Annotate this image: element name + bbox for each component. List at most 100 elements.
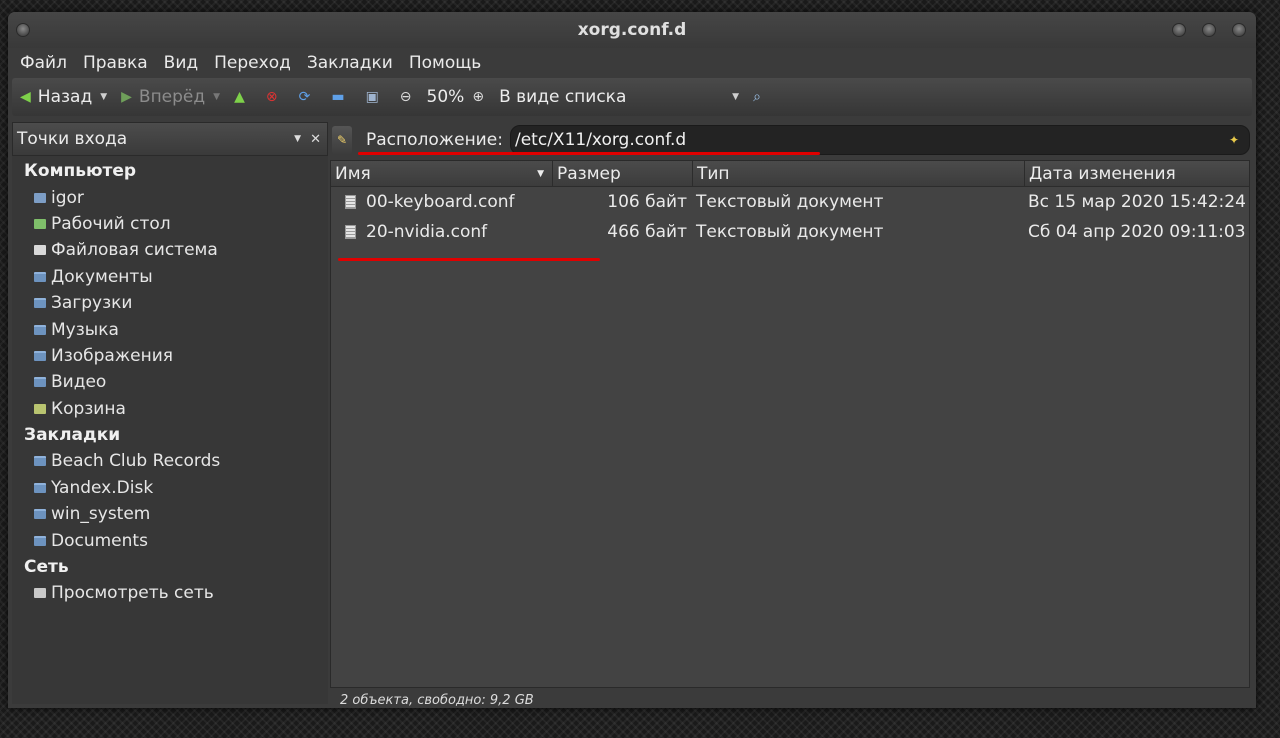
title-bar[interactable]: xorg.conf.d	[8, 12, 1256, 48]
home-folder-icon	[34, 192, 46, 203]
text-file-icon	[345, 195, 356, 209]
location-underline-annotation	[358, 152, 820, 155]
maximize-window-button[interactable]	[1202, 23, 1216, 37]
sidebar-item-filesystem[interactable]: Файловая система	[12, 237, 328, 263]
folder-icon	[34, 377, 46, 388]
desktop-icon	[34, 218, 46, 229]
stop-icon: ⊗	[265, 89, 278, 105]
search-button[interactable]: ⌕	[753, 89, 768, 105]
menu-bar: Файл Правка Вид Переход Закладки Помощь	[8, 48, 1256, 78]
reload-icon: ⟳	[298, 89, 311, 105]
sidebar-item-desktop[interactable]: Рабочий стол	[12, 211, 328, 237]
sidebar-item-win-system[interactable]: win_system	[12, 501, 328, 527]
forward-arrow-icon: ▶	[121, 89, 132, 105]
file-type: Текстовый документ	[696, 192, 884, 212]
folder-icon	[34, 298, 46, 309]
zoom-in-button[interactable]: ⊕	[472, 89, 491, 105]
sidebar-item-pictures[interactable]: Изображения	[12, 343, 328, 369]
zoom-out-icon: ⊖	[399, 89, 412, 105]
view-mode-label: В виде списка	[499, 87, 627, 107]
window-title: xorg.conf.d	[577, 20, 687, 40]
file-underline-annotation	[338, 258, 600, 261]
chevron-down-icon[interactable]: ▼	[213, 92, 220, 102]
file-modified: Вс 15 мар 2020 15:42:24	[1028, 192, 1246, 212]
pencil-icon: ✎	[336, 133, 348, 147]
sidebar-item-igor[interactable]: igor	[12, 184, 328, 210]
file-row[interactable]: 00-keyboard.conf 106 байт Текстовый доку…	[331, 187, 1249, 217]
sidebar-item-browse-network[interactable]: Просмотреть сеть	[12, 580, 328, 606]
chevron-down-icon: ▼	[732, 92, 740, 102]
folder-icon	[34, 324, 46, 335]
section-bookmarks: Закладки	[24, 424, 121, 445]
menu-help[interactable]: Помощь	[401, 53, 489, 73]
forward-button[interactable]: ▶ Вперёд ▼	[121, 87, 220, 107]
back-button[interactable]: ◀ Назад ▼	[20, 87, 107, 107]
sidebar-item-videos[interactable]: Видео	[12, 369, 328, 395]
sidebar-item-documents[interactable]: Документы	[12, 264, 328, 290]
menu-edit[interactable]: Правка	[75, 53, 156, 73]
column-size[interactable]: Размер	[553, 161, 693, 186]
zoom-level: 50%	[426, 87, 465, 107]
search-icon: ⌕	[753, 89, 761, 105]
chevron-down-icon[interactable]: ▼	[100, 92, 107, 102]
file-type: Текстовый документ	[696, 222, 884, 242]
main-pane: ✎ Расположение: /etc/X11/xorg.conf.d ✦ И…	[328, 122, 1252, 708]
zoom-in-icon: ⊕	[472, 89, 485, 105]
file-manager-window: xorg.conf.d Файл Правка Вид Переход Закл…	[8, 12, 1256, 708]
location-input[interactable]: /etc/X11/xorg.conf.d ✦	[510, 125, 1250, 155]
trash-icon	[34, 403, 46, 414]
folder-icon	[34, 535, 46, 546]
file-name: 20-nvidia.conf	[366, 222, 488, 242]
zoom-out-button[interactable]: ⊖	[400, 89, 419, 105]
clear-icon[interactable]: ✦	[1229, 133, 1239, 147]
location-label: Расположение:	[366, 130, 503, 150]
column-name[interactable]: Имя ▼	[331, 161, 553, 186]
file-size: 106 байт	[607, 192, 687, 212]
location-path: /etc/X11/xorg.conf.d	[515, 130, 687, 150]
menu-file[interactable]: Файл	[12, 53, 75, 73]
text-file-icon	[345, 225, 356, 239]
view-mode-select[interactable]: В виде списка ▼	[499, 87, 739, 107]
column-modified[interactable]: Дата изменения	[1025, 161, 1249, 186]
up-button[interactable]: ▲	[234, 89, 252, 105]
home-folder-icon: ▬	[331, 89, 345, 105]
column-type[interactable]: Тип	[693, 161, 1025, 186]
folder-icon	[34, 509, 46, 520]
section-network: Сеть	[24, 556, 69, 577]
menu-go[interactable]: Переход	[206, 53, 299, 73]
home-button[interactable]: ▬	[331, 89, 351, 105]
folder-icon	[34, 482, 46, 493]
sidebar-selector[interactable]: Точки входа ▼ ✕	[12, 122, 328, 156]
sidebar-item-trash[interactable]: Корзина	[12, 396, 328, 422]
stop-button[interactable]: ⊗	[266, 89, 285, 105]
close-icon[interactable]: ✕	[310, 132, 321, 147]
file-size: 466 байт	[607, 222, 687, 242]
folder-icon	[34, 271, 46, 282]
column-header: Имя ▼ Размер Тип Дата изменения	[331, 161, 1249, 187]
computer-icon: ▣	[365, 89, 379, 105]
toggle-location-button[interactable]: ✎	[332, 126, 352, 154]
places-list: Компьютер igor Рабочий стол Файловая сис…	[12, 156, 328, 607]
sidebar-item-music[interactable]: Музыка	[12, 316, 328, 342]
close-button-right[interactable]	[1232, 23, 1246, 37]
sidebar-item-documents-bookmark[interactable]: Documents	[12, 527, 328, 553]
network-icon	[34, 588, 46, 599]
menu-view[interactable]: Вид	[156, 53, 206, 73]
reload-button[interactable]: ⟳	[299, 89, 318, 105]
status-bar: 2 объекта, свободно: 9,2 GB	[340, 693, 534, 708]
minimize-window-button[interactable]	[1172, 23, 1186, 37]
sidebar-item-beach-club-records[interactable]: Beach Club Records	[12, 448, 328, 474]
computer-button[interactable]: ▣	[366, 89, 386, 105]
forward-label: Вперёд	[138, 87, 206, 107]
file-name: 00-keyboard.conf	[366, 192, 515, 212]
chevron-down-icon: ▼	[294, 134, 301, 144]
up-arrow-icon: ▲	[234, 89, 245, 105]
sidebar: Точки входа ▼ ✕ Компьютер igor Рабочий с…	[12, 122, 328, 704]
sidebar-item-yandex-disk[interactable]: Yandex.Disk	[12, 475, 328, 501]
file-row[interactable]: 20-nvidia.conf 466 байт Текстовый докуме…	[331, 217, 1249, 247]
sidebar-item-downloads[interactable]: Загрузки	[12, 290, 328, 316]
toolbar: ◀ Назад ▼ ▶ Вперёд ▼ ▲ ⊗ ⟳ ▬ ▣ ⊖ 50% ⊕ В…	[12, 78, 1252, 116]
back-arrow-icon: ◀	[20, 89, 31, 105]
file-list: Имя ▼ Размер Тип Дата изменения 00-keyboa…	[330, 160, 1250, 688]
menu-bookmarks[interactable]: Закладки	[299, 53, 401, 73]
